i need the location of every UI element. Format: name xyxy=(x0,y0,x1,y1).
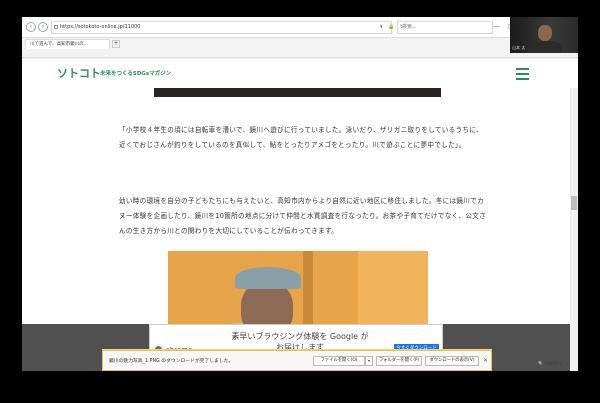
back-icon[interactable]: ‹ xyxy=(26,22,36,32)
article-paragraph: 幼い時の環境を自分の子どもたちにも与えたいと、高知市内からより自然に近い地区に移… xyxy=(119,197,487,235)
close-icon[interactable]: ✕ xyxy=(483,357,488,364)
browser-window: ‹ › https://sotokoto-online.jp/11000 ▾ 🔒… xyxy=(22,17,578,371)
address-bar: ‹ › https://sotokoto-online.jp/11000 ▾ 🔒… xyxy=(22,17,578,38)
webcam-overlay: 山本 太 xyxy=(510,17,578,53)
presenter-avatar xyxy=(538,25,552,41)
download-notification-bar: 鏡川の魅力写真_1.PNG のダウンロードが完了しました。 ファイルを開く(O)… xyxy=(102,350,492,371)
scrollbar-thumb[interactable] xyxy=(571,196,577,210)
menu-bar: ファイル(F) 編集(E) 表示(V) お気に入り(A) ツール(T) ヘルプ(… xyxy=(22,49,578,66)
hamburger-menu-icon[interactable] xyxy=(516,68,529,80)
open-file-button[interactable]: ファイルを開く(O) xyxy=(313,356,365,366)
site-tagline: 未来をつくるSDGsマガジン xyxy=(100,71,172,77)
tab-bar: 川で遊んで、高知市鏡川の... + xyxy=(22,38,578,49)
new-tab-button[interactable]: + xyxy=(112,40,120,48)
url-text: https://sotokoto-online.jp/11000 xyxy=(60,24,141,30)
site-logo[interactable]: ソトコト xyxy=(57,65,101,81)
site-header: ソトコト 未来をつくるSDGsマガジン xyxy=(22,58,578,88)
chevron-down-icon[interactable]: ▾ xyxy=(365,356,373,366)
article-paragraph: 「小学校４年生の頃には自転車を漕いで、鏡川へ遊びに行っていました。泳いだり、ザリ… xyxy=(119,126,483,149)
view-downloads-button[interactable]: ダウンロードの表示(V) xyxy=(425,356,479,366)
article-image-top xyxy=(154,88,441,97)
page-scrollbar[interactable] xyxy=(570,88,578,371)
url-field[interactable]: https://sotokoto-online.jp/11000 xyxy=(51,21,392,34)
presenter-name: 山本 太 xyxy=(512,45,526,50)
tab-article[interactable]: 川で遊んで、高知市鏡川の... xyxy=(25,39,110,49)
search-input[interactable]: 検索... xyxy=(397,21,493,34)
download-message: 鏡川の魅力写真_1.PNG のダウンロードが完了しました。 xyxy=(109,359,234,364)
zoom-level[interactable]: 🔍 200% ▾ xyxy=(538,362,562,367)
page-icon xyxy=(54,25,58,29)
forward-icon[interactable]: › xyxy=(38,22,48,32)
open-folder-button[interactable]: フォルダーを開く(P) xyxy=(376,356,422,366)
